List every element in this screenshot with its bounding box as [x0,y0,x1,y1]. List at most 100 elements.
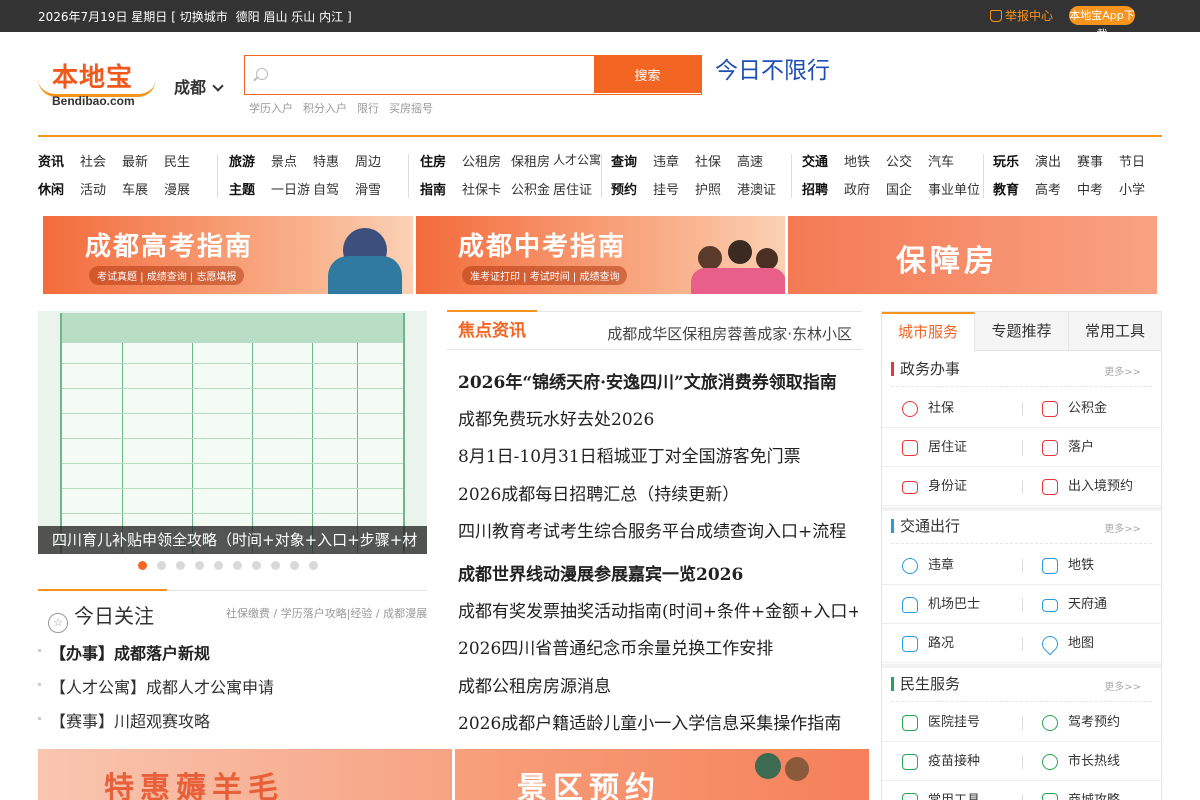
scenic-reservation-banner[interactable]: 景区预约 [455,749,869,800]
tab-topics[interactable]: 专题推荐 [975,312,1069,351]
nav-link[interactable]: 节日 [1119,151,1145,170]
carousel-dot[interactable] [233,561,242,570]
nav-heading[interactable]: 旅游 [229,151,255,170]
carousel-dot[interactable] [176,561,185,570]
news-headline[interactable]: 成都世界线动漫展参展嘉宾一览2026 [458,560,743,585]
tab-tools[interactable]: 常用工具 [1069,312,1161,351]
nav-link[interactable]: 中考 [1077,179,1103,198]
more-link[interactable]: 更多>> [1104,363,1141,378]
nav-heading[interactable]: 休闲 [38,179,64,198]
carousel-dot[interactable] [290,561,299,570]
news-item[interactable]: 成都公租房房源消息 [458,672,611,697]
nav-heading[interactable]: 指南 [420,179,446,198]
nav-link[interactable]: 最新 [122,151,148,170]
nav-link[interactable]: 演出 [1035,151,1061,170]
news-item[interactable]: 成都免费玩水好去处2026 [458,405,654,430]
app-download-button[interactable]: 本地宝App下载 [1069,6,1135,41]
carousel-dot[interactable] [138,561,147,570]
city-selector[interactable]: 成都 [174,74,224,98]
carousel-caption[interactable]: 四川育儿补贴申领全攻略（时间+对象+入口+步骤+材 [38,526,427,554]
gaokao-guide-banner[interactable]: 成都高考指南 考试真题 | 成绩查询 | 志愿填报 [43,216,413,294]
today-focus-links[interactable]: 社保缴费 / 学历落户攻略|经验 / 成都漫展 [226,605,427,621]
nav-link[interactable]: 高速 [737,151,763,170]
nav-link[interactable]: 公积金 [511,179,550,198]
news-headline[interactable]: 2026年“锦绣天府·安逸四川”文旅消费券领取指南 [458,368,837,393]
nav-link[interactable]: 国企 [886,179,912,198]
hot-link[interactable]: 积分入户 [303,102,347,115]
more-link[interactable]: 更多>> [1104,520,1141,535]
news-item[interactable]: 四川教育考试考生综合服务平台成绩查询入口+流程 [458,517,846,542]
news-item[interactable]: 成都有奖发票抽奖活动指南(时间+条件+金额+入口+步 [458,597,858,622]
nav-link[interactable]: 社保卡 [462,179,501,198]
nav-link[interactable]: 违章 [653,151,679,170]
nav-heading[interactable]: 教育 [993,179,1019,198]
nav-heading[interactable]: 招聘 [802,179,828,198]
hot-link[interactable]: 限行 [357,102,379,115]
nav-heading[interactable]: 资讯 [38,151,64,170]
nav-link[interactable]: 一日游 [271,179,310,198]
nav-link[interactable]: 人才公寓 [553,151,601,168]
focus-news-featured-link[interactable]: 成都成华区保租房蓉善成家·东林小区 [607,323,852,344]
carousel-dot[interactable] [271,561,280,570]
news-item[interactable]: 2026成都户籍适龄儿童小一入学信息采集操作指南 [458,709,841,734]
nav-link[interactable]: 高考 [1035,179,1061,198]
nav-heading[interactable]: 查询 [611,151,637,170]
nav-link[interactable]: 公租房 [462,151,501,170]
news-item[interactable]: 2026四川省普通纪念币余量兑换工作安排 [458,634,773,659]
service-label: 商城攻略 [1068,782,1120,800]
nav-link[interactable]: 护照 [695,179,721,198]
carousel-dot[interactable] [157,561,166,570]
nav-link[interactable]: 民生 [164,151,190,170]
tab-focus-news[interactable]: 焦点资讯 [447,310,537,349]
news-item[interactable]: 2026成都每日招聘汇总（持续更新） [458,480,739,505]
nav-heading[interactable]: 玩乐 [993,151,1019,170]
affordable-housing-banner[interactable]: 保障房 [788,216,1157,294]
hot-link[interactable]: 买房摇号 [389,102,433,115]
nav-link[interactable]: 保租房 [511,151,550,170]
nav-heading[interactable]: 主题 [229,179,255,198]
nav-link[interactable]: 社会 [80,151,106,170]
nav-heading[interactable]: 预约 [611,179,637,198]
report-center-link[interactable]: 举报中心 [990,7,1053,24]
nav-link[interactable]: 地铁 [844,151,870,170]
news-item[interactable]: 8月1日-10月31日稻城亚丁对全国游客免门票 [458,442,801,467]
more-link[interactable]: 更多>> [1104,678,1141,693]
carousel-dot[interactable] [195,561,204,570]
city-link-leshan[interactable]: 乐山 [291,10,315,24]
nav-heading[interactable]: 住房 [420,151,446,170]
carousel-dot[interactable] [252,561,261,570]
city-link-meishan[interactable]: 眉山 [263,10,287,24]
nav-link[interactable]: 周边 [355,151,381,170]
nav-link[interactable]: 漫展 [164,179,190,198]
site-logo[interactable]: 本地宝 Bendibao.com [38,57,158,109]
nav-link[interactable]: 活动 [80,179,106,198]
nav-heading[interactable]: 交通 [802,151,828,170]
news-carousel[interactable]: 四川育儿补贴申领全攻略（时间+对象+入口+步骤+材 [38,311,427,554]
nav-link[interactable]: 自驾 [313,179,339,198]
nav-link[interactable]: 车展 [122,179,148,198]
nav-link[interactable]: 事业单位 [928,179,980,198]
carousel-dot[interactable] [214,561,223,570]
nav-link[interactable]: 居住证 [553,179,592,198]
nav-link[interactable]: 社保 [695,151,721,170]
traffic-restriction-notice[interactable]: 今日不限行 [715,51,830,85]
nav-link[interactable]: 挂号 [653,179,679,198]
city-link-deyang[interactable]: 德阳 [236,10,260,24]
nav-link[interactable]: 港澳证 [737,179,776,198]
city-link-neijiang[interactable]: 内江 [319,10,343,24]
search-button[interactable]: 搜索 [594,56,701,93]
tab-city-services[interactable]: 城市服务 [882,312,975,352]
nav-link[interactable]: 政府 [844,179,870,198]
nav-link[interactable]: 汽车 [928,151,954,170]
carousel-dot[interactable] [309,561,318,570]
search-input[interactable] [245,56,593,93]
nav-link[interactable]: 滑雪 [355,179,381,198]
zhongkao-guide-banner[interactable]: 成都中考指南 准考证打印 | 考试时间 | 成绩查询 [416,216,785,294]
nav-link[interactable]: 赛事 [1077,151,1103,170]
nav-link[interactable]: 公交 [886,151,912,170]
nav-link[interactable]: 景点 [271,151,297,170]
hot-link[interactable]: 学历入户 [249,102,293,115]
nav-link[interactable]: 特惠 [313,151,339,170]
deals-banner[interactable]: 特惠薅羊毛 [38,749,452,800]
nav-link[interactable]: 小学 [1119,179,1145,198]
